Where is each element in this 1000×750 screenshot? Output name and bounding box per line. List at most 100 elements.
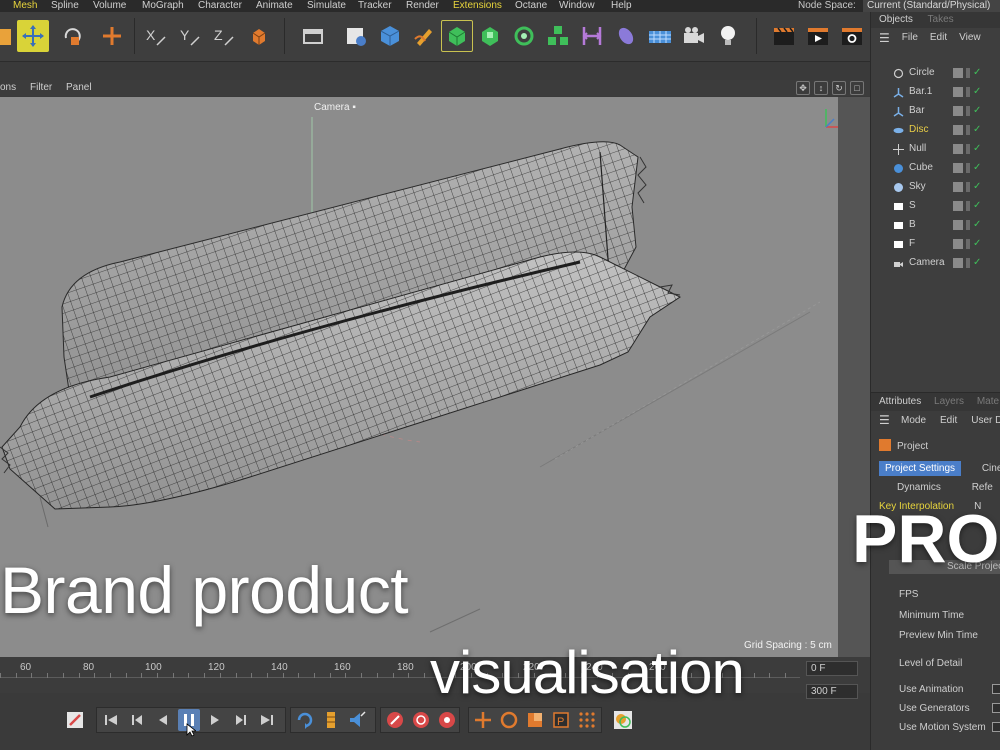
keyframe-selection-button[interactable] — [436, 709, 458, 731]
pen-tool-button[interactable] — [408, 20, 440, 52]
point-level-key-button[interactable] — [576, 709, 598, 731]
object-row-cube[interactable]: Cube ✓ — [875, 158, 1000, 177]
object-visibility-flags[interactable]: ✓ — [953, 87, 983, 97]
use-animation-checkbox[interactable] — [992, 684, 1000, 694]
object-visibility-flags[interactable]: ✓ — [953, 182, 983, 192]
tab-materials[interactable]: Mate — [977, 396, 999, 407]
end-frame-field[interactable]: 300 F — [806, 684, 858, 699]
next-key-button[interactable] — [230, 709, 252, 731]
coordinate-system-button[interactable] — [242, 20, 274, 52]
go-to-start-button[interactable] — [100, 709, 122, 731]
tab-cinema[interactable]: Cine — [982, 463, 1000, 474]
enabled-check-icon[interactable]: ✓ — [973, 201, 983, 211]
move-tool-button[interactable] — [17, 20, 49, 52]
menu-render[interactable]: Render — [406, 0, 439, 12]
tab-layers[interactable]: Layers — [934, 396, 964, 407]
attributes-menu-user-data[interactable]: User D — [971, 411, 1000, 431]
pan-icon[interactable]: ✥ — [796, 81, 810, 95]
editor-visibility-icon[interactable] — [953, 144, 963, 154]
viewport-menu-options[interactable]: ons — [0, 80, 16, 96]
tab-takes[interactable]: Takes — [928, 14, 954, 25]
enabled-check-icon[interactable]: ✓ — [973, 220, 983, 230]
viewport-menu-filter[interactable]: Filter — [30, 80, 52, 96]
use-generators-checkbox[interactable] — [992, 703, 1000, 713]
menu-tracker[interactable]: Tracker — [358, 0, 392, 12]
light-button[interactable] — [712, 20, 744, 52]
menu-volume[interactable]: Volume — [93, 0, 126, 12]
x-axis-button[interactable]: X — [140, 20, 172, 52]
editor-visibility-icon[interactable] — [953, 258, 963, 268]
render-region-button[interactable] — [768, 20, 800, 52]
extrude-button[interactable] — [474, 20, 506, 52]
tab-dynamics[interactable]: Dynamics — [897, 482, 941, 493]
deformer-button[interactable] — [576, 20, 608, 52]
object-visibility-flags[interactable]: ✓ — [953, 144, 983, 154]
render-visibility-icon[interactable] — [966, 201, 970, 211]
enabled-check-icon[interactable]: ✓ — [973, 87, 983, 97]
render-visibility-icon[interactable] — [966, 182, 970, 192]
object-row-camera[interactable]: Camera ✓ — [875, 253, 1000, 272]
menu-spline[interactable]: Spline — [51, 0, 79, 12]
object-visibility-flags[interactable]: ✓ — [953, 68, 983, 78]
render-visibility-icon[interactable] — [966, 239, 970, 249]
editor-visibility-icon[interactable] — [953, 68, 963, 78]
object-visibility-flags[interactable]: ✓ — [953, 125, 983, 135]
menu-help[interactable]: Help — [611, 0, 632, 12]
object-visibility-flags[interactable]: ✓ — [953, 239, 983, 249]
menu-octane[interactable]: Octane — [515, 0, 547, 12]
render-visibility-icon[interactable] — [966, 87, 970, 97]
use-motion-system-checkbox[interactable] — [992, 722, 1000, 732]
render-visibility-icon[interactable] — [966, 106, 970, 116]
render-view-button[interactable] — [340, 20, 372, 52]
render-visibility-icon[interactable] — [966, 163, 970, 173]
scheme-button[interactable] — [612, 709, 634, 731]
menu-mograph[interactable]: MoGraph — [142, 0, 184, 12]
object-row-b[interactable]: B ✓ — [875, 215, 1000, 234]
position-key-button[interactable] — [472, 709, 494, 731]
object-visibility-flags[interactable]: ✓ — [953, 163, 983, 173]
enabled-check-icon[interactable]: ✓ — [973, 144, 983, 154]
zoom-icon[interactable]: ↕ — [814, 81, 828, 95]
orbit-icon[interactable]: ↻ — [832, 81, 846, 95]
record-active-button[interactable] — [384, 709, 406, 731]
rotation-key-button[interactable] — [498, 709, 520, 731]
autokey-button[interactable] — [410, 709, 432, 731]
tab-objects[interactable]: Objects — [879, 14, 913, 25]
object-visibility-flags[interactable]: ✓ — [953, 106, 983, 116]
menu-extensions[interactable]: Extensions — [453, 0, 502, 12]
objects-menu-file[interactable]: File — [902, 28, 918, 48]
render-visibility-icon[interactable] — [966, 220, 970, 230]
go-to-end-button[interactable] — [256, 709, 278, 731]
render-visibility-icon[interactable] — [966, 125, 970, 135]
y-axis-button[interactable]: Y — [174, 20, 206, 52]
editor-visibility-icon[interactable] — [953, 239, 963, 249]
object-visibility-flags[interactable]: ✓ — [953, 201, 983, 211]
add-tool-button[interactable] — [96, 20, 128, 52]
field-button[interactable] — [610, 20, 642, 52]
mograph-button[interactable] — [508, 20, 540, 52]
loop-button[interactable] — [294, 709, 316, 731]
node-space-dropdown[interactable]: Current (Standard/Physical) — [863, 0, 1000, 12]
hamburger-icon[interactable]: ☰ — [879, 413, 890, 427]
prev-key-button[interactable] — [126, 709, 148, 731]
render-button[interactable] — [802, 20, 834, 52]
prev-frame-button[interactable] — [152, 709, 174, 731]
attributes-menu-edit[interactable]: Edit — [940, 411, 957, 431]
attributes-menu-mode[interactable]: Mode — [901, 411, 926, 431]
editor-visibility-icon[interactable] — [953, 87, 963, 97]
object-row-s[interactable]: S ✓ — [875, 196, 1000, 215]
rotate-tool-button[interactable] — [56, 20, 88, 52]
hamburger-icon[interactable]: ☰ — [879, 28, 890, 48]
editor-visibility-icon[interactable] — [953, 163, 963, 173]
param-key-button[interactable]: P — [550, 709, 572, 731]
object-row-null[interactable]: Null ✓ — [875, 139, 1000, 158]
tab-referencing[interactable]: Refe — [972, 482, 993, 493]
subdivision-button[interactable] — [441, 20, 473, 52]
object-row-disc[interactable]: Disc ✓ — [875, 120, 1000, 139]
scale-key-button[interactable] — [524, 709, 546, 731]
next-frame-button[interactable] — [204, 709, 226, 731]
viewport-menu-panel[interactable]: Panel — [66, 80, 92, 96]
enabled-check-icon[interactable]: ✓ — [973, 258, 983, 268]
render-visibility-icon[interactable] — [966, 258, 970, 268]
camera-button[interactable] — [678, 20, 710, 52]
